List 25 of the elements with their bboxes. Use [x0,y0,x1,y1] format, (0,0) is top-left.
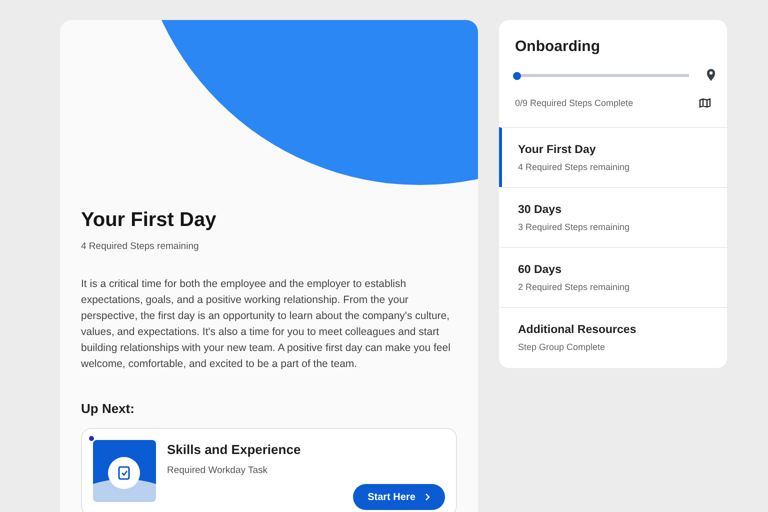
group-title: 30 Days [518,204,562,216]
chevron-icon [425,493,430,501]
description: It is a critical time for both the employee and the employer to establish expectations, goals, and a positive working relationship. From the your perspective, the first day is an opportunity to learn about the company's culture, values, and expectations. It's also a time for you to meet colleagues and start building relationships with your new team. A positive first day can make you feel welcome, comfortable, and excited to be a part of the team. [81,277,452,372]
clipboard-thumbnail-icon [93,440,156,502]
group-status: Step Group Complete [518,342,606,352]
group-title: Your First Day [518,144,597,156]
group-status: 2 Required Steps remaining [518,282,631,292]
start-button[interactable]: Start Here [353,484,445,510]
task-title: Skills and Experience [167,442,302,457]
section-heading: Up Next: [81,401,136,416]
step-group-item[interactable]: Your First Day 4 Required Steps remaining [499,127,727,187]
step-group-item[interactable]: 30 Days 3 Required Steps remaining [499,187,727,247]
task-type: Required Workday Task [167,465,269,476]
location-pin-icon [706,68,716,82]
steps-remaining: 4 Required Steps remaining [81,241,200,252]
step-group-item[interactable]: Additional Resources Step Group Complete [499,307,727,367]
step-group-item[interactable]: 60 Days 2 Required Steps remaining [499,247,727,307]
group-status: 4 Required Steps remaining [518,162,631,172]
map-icon[interactable] [699,98,711,108]
page-title: Your First Day [81,209,218,232]
group-status: 3 Required Steps remaining [518,222,631,232]
progress-text: 0/9 Required Steps Complete [515,98,634,108]
panel-title: Onboarding [515,38,601,55]
group-title: 60 Days [518,264,562,276]
group-title: Additional Resources [518,324,638,336]
